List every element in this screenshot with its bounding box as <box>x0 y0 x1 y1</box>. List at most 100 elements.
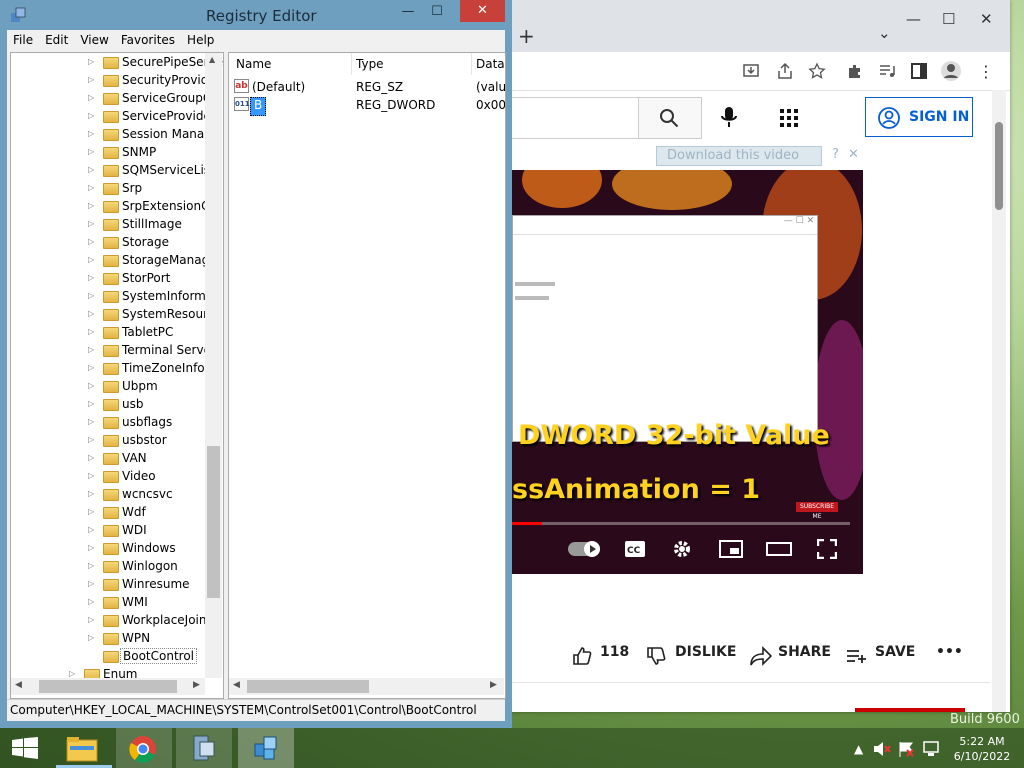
expand-arrow-icon[interactable]: ▷ <box>88 165 96 174</box>
expand-arrow-icon[interactable]: ▷ <box>88 345 96 354</box>
value-name-rename-field[interactable]: B <box>250 97 267 116</box>
network-icon[interactable] <box>922 740 940 758</box>
tree-hscroll-thumb[interactable] <box>39 680 177 693</box>
closed-captions-icon[interactable]: CC <box>624 540 646 558</box>
expand-arrow-icon[interactable]: ▷ <box>88 237 96 246</box>
extensions-puzzle-icon[interactable] <box>846 62 864 80</box>
expand-arrow-icon[interactable]: ▷ <box>69 669 77 678</box>
tree-node[interactable]: ▷ Srp <box>11 180 211 198</box>
expand-arrow-icon[interactable]: ▷ <box>88 309 96 318</box>
expand-arrow-icon[interactable]: ▷ <box>88 453 96 462</box>
file-explorer-taskbar-button[interactable] <box>56 728 112 768</box>
tree-node[interactable]: ▷ Winresume <box>11 576 211 594</box>
add-to-playlist-icon[interactable] <box>846 648 868 664</box>
menu-help[interactable]: Help <box>181 31 220 49</box>
regedit-taskbar-button[interactable] <box>238 728 294 768</box>
expand-arrow-icon[interactable]: ▷ <box>88 93 96 102</box>
tree-node[interactable]: ▷ WMI <box>11 594 211 612</box>
system-clock[interactable]: 5:22 AM 6/10/2022 <box>950 734 1014 764</box>
start-button[interactable] <box>0 728 56 768</box>
subscribe-button-edge[interactable] <box>855 708 965 712</box>
expand-arrow-icon[interactable]: ▷ <box>88 291 96 300</box>
share-arrow-icon[interactable] <box>750 646 772 666</box>
show-hidden-icons-button[interactable]: ▲ <box>854 742 863 756</box>
expand-arrow-icon[interactable]: ▷ <box>88 399 96 408</box>
download-help-icon[interactable]: ? <box>832 147 839 162</box>
save-button[interactable]: SAVE <box>875 644 915 660</box>
tree-node[interactable]: ▷ VAN <box>11 450 211 468</box>
new-tab-button[interactable]: + <box>518 24 535 48</box>
tree-scroll-thumb[interactable] <box>207 446 220 598</box>
more-actions-button[interactable]: ••• <box>936 644 963 660</box>
tree-node[interactable]: ▷ Session Manage <box>11 126 219 144</box>
expand-arrow-icon[interactable]: ▷ <box>88 183 96 192</box>
dislike-button[interactable]: DISLIKE <box>675 644 736 660</box>
regedit-maximize-button[interactable]: ☐ <box>423 4 451 24</box>
scroll-left-icon[interactable]: ◀ <box>233 680 240 690</box>
like-thumb-icon[interactable] <box>572 646 592 666</box>
tree-node[interactable]: ▷ SQMServiceList <box>11 162 215 180</box>
tree-node[interactable]: ▷ ServiceGroupOr <box>11 90 217 108</box>
tree-node[interactable]: ▷ TabletPC <box>11 324 211 342</box>
tree-node[interactable]: ▷ Ubpm <box>11 378 211 396</box>
menu-favorites[interactable]: Favorites <box>115 31 181 49</box>
expand-arrow-icon[interactable]: ▷ <box>88 543 96 552</box>
media-control-icon[interactable] <box>878 62 896 80</box>
expand-arrow-icon[interactable]: ▷ <box>88 111 96 120</box>
minimize-button[interactable]: — <box>906 10 921 28</box>
expand-arrow-icon[interactable]: ▷ <box>88 201 96 210</box>
expand-arrow-icon[interactable]: ▷ <box>88 579 96 588</box>
tree-node[interactable]: ▷ StorageManage <box>11 252 217 270</box>
apps-grid-icon[interactable] <box>780 109 798 127</box>
registry-key-tree[interactable]: ▷ SecurePipeServe ▷ SecurityProvide ▷ Service… <box>10 52 224 699</box>
column-divider[interactable] <box>351 53 352 75</box>
action-center-flag-icon[interactable] <box>898 741 916 757</box>
scroll-right-icon[interactable]: ▶ <box>193 680 200 690</box>
expand-arrow-icon[interactable]: ▷ <box>88 147 96 156</box>
tree-node[interactable]: ▷ SrpExtensionCo <box>11 198 217 216</box>
expand-arrow-icon[interactable]: ▷ <box>88 507 96 516</box>
column-header-name[interactable]: Name <box>236 57 271 71</box>
expand-arrow-icon[interactable]: ▷ <box>88 417 96 426</box>
expand-arrow-icon[interactable]: ▷ <box>88 381 96 390</box>
regedit-title-bar[interactable]: Registry Editor — ☐ ✕ <box>0 0 512 30</box>
menu-view[interactable]: View <box>74 31 114 49</box>
tree-node[interactable]: BootControl <box>11 648 211 666</box>
tree-node[interactable]: ▷ wcncsvc <box>11 486 211 504</box>
scroll-right-icon[interactable]: ▶ <box>490 680 497 690</box>
scroll-up-icon[interactable]: ▲ <box>209 55 215 64</box>
expand-arrow-icon[interactable]: ▷ <box>88 129 96 138</box>
expand-arrow-icon[interactable]: ▷ <box>88 273 96 282</box>
page-scrollbar-thumb[interactable] <box>995 122 1003 210</box>
tree-node[interactable]: ▷ SNMP <box>11 144 211 162</box>
bookmark-star-icon[interactable] <box>808 62 826 80</box>
speaker-muted-icon[interactable] <box>873 741 891 757</box>
expand-arrow-icon[interactable]: ▷ <box>88 471 96 480</box>
tree-node[interactable]: ▷ WDI <box>11 522 211 540</box>
expand-arrow-icon[interactable]: ▷ <box>88 219 96 228</box>
sign-in-button[interactable]: SIGN IN <box>865 97 973 137</box>
video-progress-track[interactable] <box>512 522 850 525</box>
fullscreen-icon[interactable] <box>817 539 837 559</box>
expand-arrow-icon[interactable]: ▷ <box>88 597 96 606</box>
tree-node[interactable]: ▷ Wdf <box>11 504 211 522</box>
menu-edit[interactable]: Edit <box>39 31 74 49</box>
share-button[interactable]: SHARE <box>778 644 831 660</box>
browser-menu-icon[interactable]: ⋮ <box>978 62 994 81</box>
expand-arrow-icon[interactable]: ▷ <box>88 489 96 498</box>
maximize-button[interactable]: ☐ <box>942 10 955 28</box>
regedit-minimize-button[interactable]: — <box>394 4 422 24</box>
tree-node[interactable]: ▷ Terminal Server <box>11 342 216 360</box>
settings-gear-icon[interactable] <box>672 539 692 559</box>
column-divider[interactable] <box>471 53 472 75</box>
scroll-left-icon[interactable]: ◀ <box>15 680 22 690</box>
expand-arrow-icon[interactable]: ▷ <box>88 75 96 84</box>
column-header-data[interactable]: Data <box>476 57 505 71</box>
value-row[interactable]: 011 B REG_DWORD 0x000 <box>229 97 505 116</box>
download-video-bar[interactable]: Download this video <box>656 146 822 166</box>
expand-arrow-icon[interactable]: ▷ <box>88 633 96 642</box>
tree-node[interactable]: ▷ Storage <box>11 234 211 252</box>
autoplay-toggle[interactable] <box>568 541 600 557</box>
expand-arrow-icon[interactable]: ▷ <box>88 561 96 570</box>
tree-node[interactable]: ▷ usb <box>11 396 211 414</box>
